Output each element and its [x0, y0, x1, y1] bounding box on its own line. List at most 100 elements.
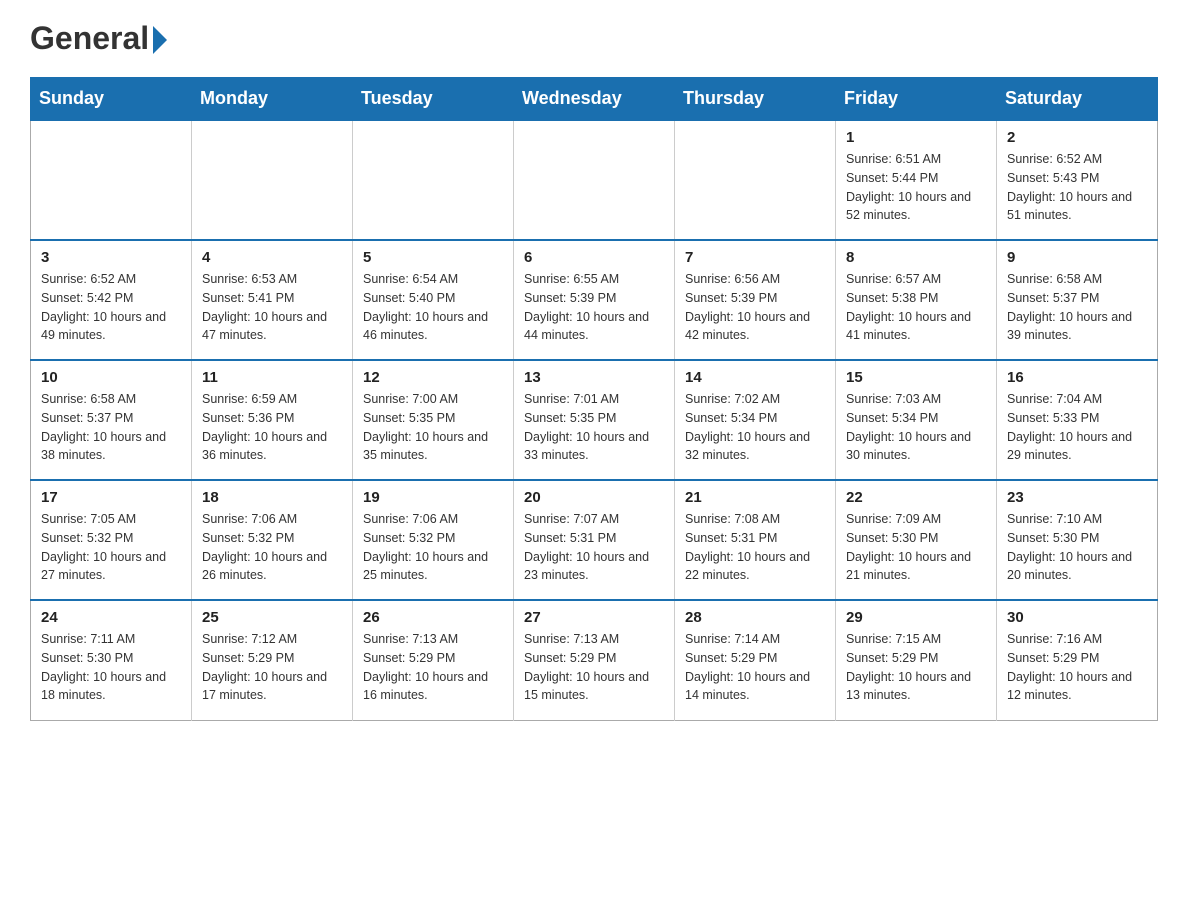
- day-info: Sunrise: 6:58 AM Sunset: 5:37 PM Dayligh…: [1007, 270, 1147, 345]
- day-number: 7: [685, 249, 825, 266]
- day-number: 6: [524, 249, 664, 266]
- calendar-cell: [31, 120, 192, 240]
- day-info: Sunrise: 7:13 AM Sunset: 5:29 PM Dayligh…: [524, 630, 664, 705]
- day-number: 15: [846, 369, 986, 386]
- day-number: 10: [41, 369, 181, 386]
- day-header-monday: Monday: [192, 78, 353, 121]
- calendar-week-row: 17 Sunrise: 7:05 AM Sunset: 5:32 PM Dayli…: [31, 480, 1158, 600]
- calendar-week-row: 1 Sunrise: 6:51 AM Sunset: 5:44 PM Daylig…: [31, 120, 1158, 240]
- day-number: 25: [202, 609, 342, 626]
- day-number: 2: [1007, 129, 1147, 146]
- day-info: Sunrise: 6:53 AM Sunset: 5:41 PM Dayligh…: [202, 270, 342, 345]
- calendar-cell: [675, 120, 836, 240]
- day-number: 21: [685, 489, 825, 506]
- day-info: Sunrise: 7:13 AM Sunset: 5:29 PM Dayligh…: [363, 630, 503, 705]
- logo: General: [30, 20, 167, 57]
- day-header-friday: Friday: [836, 78, 997, 121]
- day-number: 23: [1007, 489, 1147, 506]
- calendar-cell: 6Sunrise: 6:55 AM Sunset: 5:39 PM Daylig…: [514, 240, 675, 360]
- calendar-cell: 30 Sunrise: 7:16 AM Sunset: 5:29 PM Dayli…: [997, 600, 1158, 720]
- day-info: Sunrise: 7:05 AM Sunset: 5:32 PM Dayligh…: [41, 510, 181, 585]
- calendar-cell: 22 Sunrise: 7:09 AM Sunset: 5:30 PM Dayli…: [836, 480, 997, 600]
- day-info: Sunrise: 7:12 AM Sunset: 5:29 PM Dayligh…: [202, 630, 342, 705]
- calendar-cell: 9 Sunrise: 6:58 AM Sunset: 5:37 PM Daylig…: [997, 240, 1158, 360]
- day-info: Sunrise: 6:52 AM Sunset: 5:42 PM Dayligh…: [41, 270, 181, 345]
- calendar-cell: 26 Sunrise: 7:13 AM Sunset: 5:29 PM Dayli…: [353, 600, 514, 720]
- calendar-cell: [353, 120, 514, 240]
- day-info: Sunrise: 6:59 AM Sunset: 5:36 PM Dayligh…: [202, 390, 342, 465]
- day-number: 30: [1007, 609, 1147, 626]
- day-number: 24: [41, 609, 181, 626]
- calendar-cell: 18 Sunrise: 7:06 AM Sunset: 5:32 PM Dayli…: [192, 480, 353, 600]
- calendar-header-row: SundayMondayTuesdayWednesdayThursdayFrid…: [31, 78, 1158, 121]
- day-info: Sunrise: 7:08 AM Sunset: 5:31 PM Dayligh…: [685, 510, 825, 585]
- day-header-wednesday: Wednesday: [514, 78, 675, 121]
- calendar-cell: 13 Sunrise: 7:01 AM Sunset: 5:35 PM Dayli…: [514, 360, 675, 480]
- day-info: Sunrise: 7:03 AM Sunset: 5:34 PM Dayligh…: [846, 390, 986, 465]
- calendar-cell: 7Sunrise: 6:56 AM Sunset: 5:39 PM Daylig…: [675, 240, 836, 360]
- day-header-tuesday: Tuesday: [353, 78, 514, 121]
- calendar-week-row: 3 Sunrise: 6:52 AM Sunset: 5:42 PM Daylig…: [31, 240, 1158, 360]
- day-number: 8: [846, 249, 986, 266]
- day-number: 1: [846, 129, 986, 146]
- day-number: 11: [202, 369, 342, 386]
- day-number: 3: [41, 249, 181, 266]
- calendar-cell: 23 Sunrise: 7:10 AM Sunset: 5:30 PM Dayli…: [997, 480, 1158, 600]
- day-info: Sunrise: 6:57 AM Sunset: 5:38 PM Dayligh…: [846, 270, 986, 345]
- calendar-cell: 14Sunrise: 7:02 AM Sunset: 5:34 PM Dayli…: [675, 360, 836, 480]
- day-number: 18: [202, 489, 342, 506]
- calendar-cell: 3 Sunrise: 6:52 AM Sunset: 5:42 PM Daylig…: [31, 240, 192, 360]
- day-info: Sunrise: 7:01 AM Sunset: 5:35 PM Dayligh…: [524, 390, 664, 465]
- calendar-cell: 16 Sunrise: 7:04 AM Sunset: 5:33 PM Dayli…: [997, 360, 1158, 480]
- day-number: 13: [524, 369, 664, 386]
- day-info: Sunrise: 7:10 AM Sunset: 5:30 PM Dayligh…: [1007, 510, 1147, 585]
- day-number: 17: [41, 489, 181, 506]
- day-header-thursday: Thursday: [675, 78, 836, 121]
- day-info: Sunrise: 6:51 AM Sunset: 5:44 PM Dayligh…: [846, 150, 986, 225]
- day-info: Sunrise: 7:06 AM Sunset: 5:32 PM Dayligh…: [363, 510, 503, 585]
- day-number: 14: [685, 369, 825, 386]
- calendar-cell: 27 Sunrise: 7:13 AM Sunset: 5:29 PM Dayli…: [514, 600, 675, 720]
- day-number: 5: [363, 249, 503, 266]
- logo-general: General: [30, 20, 149, 57]
- calendar-cell: 25 Sunrise: 7:12 AM Sunset: 5:29 PM Dayli…: [192, 600, 353, 720]
- calendar-cell: 2Sunrise: 6:52 AM Sunset: 5:43 PM Daylig…: [997, 120, 1158, 240]
- calendar-cell: 10 Sunrise: 6:58 AM Sunset: 5:37 PM Dayli…: [31, 360, 192, 480]
- calendar-cell: 24Sunrise: 7:11 AM Sunset: 5:30 PM Dayli…: [31, 600, 192, 720]
- day-number: 27: [524, 609, 664, 626]
- day-info: Sunrise: 7:15 AM Sunset: 5:29 PM Dayligh…: [846, 630, 986, 705]
- calendar-cell: 4 Sunrise: 6:53 AM Sunset: 5:41 PM Daylig…: [192, 240, 353, 360]
- calendar-week-row: 24Sunrise: 7:11 AM Sunset: 5:30 PM Dayli…: [31, 600, 1158, 720]
- calendar-cell: 11 Sunrise: 6:59 AM Sunset: 5:36 PM Dayli…: [192, 360, 353, 480]
- day-number: 29: [846, 609, 986, 626]
- day-info: Sunrise: 6:54 AM Sunset: 5:40 PM Dayligh…: [363, 270, 503, 345]
- day-number: 12: [363, 369, 503, 386]
- day-info: Sunrise: 7:14 AM Sunset: 5:29 PM Dayligh…: [685, 630, 825, 705]
- day-number: 19: [363, 489, 503, 506]
- day-info: Sunrise: 7:06 AM Sunset: 5:32 PM Dayligh…: [202, 510, 342, 585]
- day-info: Sunrise: 7:09 AM Sunset: 5:30 PM Dayligh…: [846, 510, 986, 585]
- calendar-cell: 29 Sunrise: 7:15 AM Sunset: 5:29 PM Dayli…: [836, 600, 997, 720]
- day-number: 16: [1007, 369, 1147, 386]
- calendar-cell: [514, 120, 675, 240]
- day-header-sunday: Sunday: [31, 78, 192, 121]
- day-number: 9: [1007, 249, 1147, 266]
- calendar-cell: 20 Sunrise: 7:07 AM Sunset: 5:31 PM Dayli…: [514, 480, 675, 600]
- calendar-cell: 1 Sunrise: 6:51 AM Sunset: 5:44 PM Daylig…: [836, 120, 997, 240]
- day-number: 22: [846, 489, 986, 506]
- day-info: Sunrise: 7:07 AM Sunset: 5:31 PM Dayligh…: [524, 510, 664, 585]
- logo-arrow-icon: [153, 26, 167, 54]
- calendar-cell: 15 Sunrise: 7:03 AM Sunset: 5:34 PM Dayli…: [836, 360, 997, 480]
- calendar-cell: 12Sunrise: 7:00 AM Sunset: 5:35 PM Dayli…: [353, 360, 514, 480]
- calendar-week-row: 10 Sunrise: 6:58 AM Sunset: 5:37 PM Dayli…: [31, 360, 1158, 480]
- day-number: 4: [202, 249, 342, 266]
- day-info: Sunrise: 7:16 AM Sunset: 5:29 PM Dayligh…: [1007, 630, 1147, 705]
- calendar-cell: 28Sunrise: 7:14 AM Sunset: 5:29 PM Dayli…: [675, 600, 836, 720]
- calendar-cell: [192, 120, 353, 240]
- day-info: Sunrise: 7:04 AM Sunset: 5:33 PM Dayligh…: [1007, 390, 1147, 465]
- day-number: 20: [524, 489, 664, 506]
- calendar-cell: 8 Sunrise: 6:57 AM Sunset: 5:38 PM Daylig…: [836, 240, 997, 360]
- day-number: 26: [363, 609, 503, 626]
- day-info: Sunrise: 6:58 AM Sunset: 5:37 PM Dayligh…: [41, 390, 181, 465]
- calendar-cell: 5 Sunrise: 6:54 AM Sunset: 5:40 PM Daylig…: [353, 240, 514, 360]
